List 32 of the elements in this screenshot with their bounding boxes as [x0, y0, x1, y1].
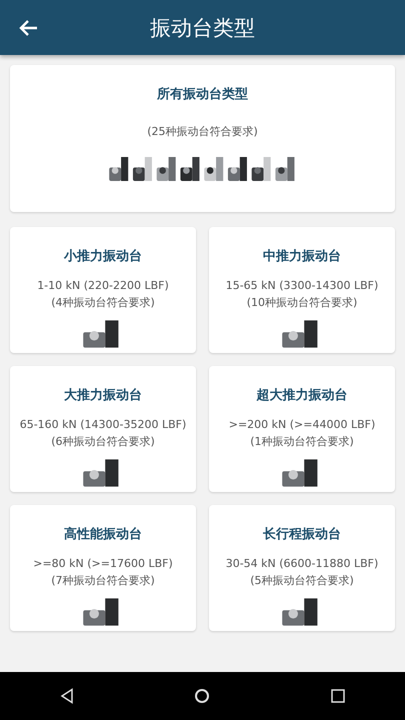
force-range: 30-54 kN (6600-11880 LBF)	[226, 556, 378, 572]
match-count: (10种振动台符合要求)	[246, 295, 358, 311]
match-count: (5种振动台符合要求)	[250, 573, 354, 589]
card-title: 大推力振动台	[64, 387, 142, 404]
card-title: 小推力振动台	[64, 248, 142, 265]
match-count: (1种振动台符合要求)	[250, 434, 354, 450]
type-card[interactable]: 小推力振动台 1-10 kN (220-2200 LBF) (4种振动台符合要求)	[10, 227, 196, 353]
force-range: >=80 kN (>=17600 LBF)	[33, 556, 173, 572]
match-count: (6种振动台符合要求)	[51, 434, 155, 450]
square-icon	[330, 689, 345, 703]
type-card[interactable]: 超大推力振动台 >=200 kN (>=44000 LBF) (1种振动台符合要求)	[209, 366, 395, 492]
card-title: 高性能振动台	[64, 526, 142, 543]
home-circle-icon	[194, 688, 210, 704]
type-card[interactable]: 中推力振动台 15-65 kN (3300-14300 LBF) (10种振动台符合要求)	[209, 227, 395, 353]
match-count: (7种振动台符合要求)	[51, 573, 155, 589]
type-card[interactable]: 长行程振动台 30-54 kN (6600-11880 LBF) (5种振动台符合要求)	[209, 505, 395, 631]
card-title: 所有振动台类型	[157, 86, 248, 103]
card-title: 中推力振动台	[263, 248, 341, 265]
match-count: (25种振动台符合要求)	[147, 124, 258, 140]
type-card[interactable]: 所有振动台类型 (25种振动台符合要求)	[10, 65, 395, 212]
back-triangle-icon	[60, 688, 74, 704]
match-count: (4种振动台符合要求)	[51, 295, 155, 311]
card-title: 长行程振动台	[263, 526, 341, 543]
screen-title: 振动台类型	[149, 14, 256, 42]
type-card[interactable]: 大推力振动台 65-160 kN (14300-35200 LBF) (6种振动台符合要求)	[10, 366, 196, 492]
force-range: >=200 kN (>=44000 LBF)	[228, 417, 376, 433]
force-range: 1-10 kN (220-2200 LBF)	[37, 278, 169, 294]
type-card[interactable]: 高性能振动台 >=80 kN (>=17600 LBF) (7种振动台符合要求)	[10, 505, 196, 631]
back-arrow-icon	[18, 18, 38, 36]
force-range: 15-65 kN (3300-14300 LBF)	[226, 278, 378, 294]
card-title: 超大推力振动台	[256, 387, 348, 404]
force-range: 65-160 kN (14300-35200 LBF)	[20, 417, 186, 433]
